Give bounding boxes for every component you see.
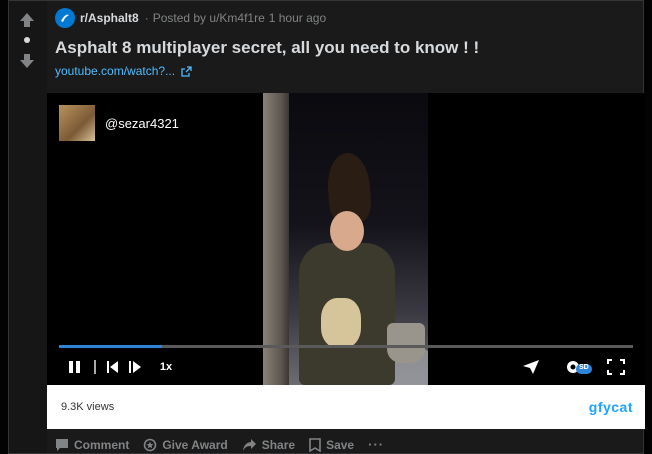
share-icon — [242, 438, 256, 451]
previous-button[interactable] — [105, 359, 121, 375]
next-button[interactable] — [127, 359, 143, 375]
subreddit-icon[interactable] — [55, 8, 75, 28]
vote-column — [9, 1, 47, 453]
quality-settings-button[interactable]: SD — [565, 359, 593, 375]
post-meta: r/Asphalt8 · Posted by u/Km4f1re 1 hour … — [55, 8, 326, 28]
more-options-button[interactable]: ··· — [368, 437, 384, 452]
meta-separator: · — [144, 11, 149, 25]
comment-label: Comment — [74, 437, 130, 452]
channel-avatar[interactable] — [59, 105, 95, 141]
playback-speed-button[interactable]: 1x — [155, 359, 177, 375]
channel-handle[interactable]: @sezar4321 — [105, 116, 179, 131]
link-text[interactable]: youtube.com/watch?... — [55, 64, 175, 78]
channel-info[interactable]: @sezar4321 — [59, 105, 179, 141]
post-time: 1 hour ago — [268, 11, 327, 25]
give-award-label: Give Award — [162, 437, 228, 452]
gfycat-logo[interactable]: gfycat — [589, 399, 633, 415]
post-title[interactable]: Asphalt 8 multiplayer secret, all you ne… — [55, 38, 479, 58]
video-pillar — [263, 93, 289, 385]
more-icon: ··· — [368, 437, 385, 452]
video-person-head — [330, 211, 364, 251]
previous-icon — [107, 361, 118, 373]
comment-icon — [56, 438, 68, 451]
give-award-button[interactable]: Give Award — [143, 437, 228, 452]
share-button[interactable]: Share — [242, 438, 295, 452]
save-button[interactable]: Save — [309, 438, 354, 452]
video-progress-fill — [59, 345, 163, 348]
upvote-icon[interactable] — [18, 11, 36, 29]
award-icon — [144, 438, 157, 451]
video-planter — [387, 323, 425, 363]
divider-line — [94, 360, 96, 374]
share-video-button[interactable] — [521, 359, 541, 375]
video-progress-bar[interactable] — [59, 345, 633, 348]
external-link-icon[interactable] — [181, 65, 192, 77]
fullscreen-icon — [607, 359, 625, 375]
vote-score-dot — [24, 37, 30, 43]
view-count: 9.3K views — [61, 401, 115, 413]
play-pause-icon — [69, 361, 80, 373]
play-pause-button[interactable] — [67, 359, 83, 375]
share-arrow-icon — [523, 360, 539, 374]
comment-button[interactable]: Comment — [55, 438, 129, 452]
posted-by[interactable]: Posted by u/Km4f1re — [153, 11, 265, 25]
fullscreen-button[interactable] — [607, 359, 625, 375]
downvote-icon[interactable] — [18, 52, 36, 70]
video-player[interactable]: @sezar4321 1x SD — [47, 93, 645, 385]
next-icon — [129, 361, 141, 373]
post-card: r/Asphalt8 · Posted by u/Km4f1re 1 hour … — [8, 0, 645, 454]
video-info-bar: 9.3K views gfycat — [47, 385, 645, 429]
save-icon — [309, 437, 321, 452]
video-frame — [263, 93, 428, 385]
post-link[interactable]: youtube.com/watch?... — [55, 64, 192, 78]
quality-label: SD — [579, 364, 589, 371]
control-divider — [93, 359, 97, 375]
video-towel — [321, 298, 361, 348]
save-label: Save — [326, 437, 355, 452]
post-actions: Comment Give Award Share Save ··· — [55, 437, 398, 452]
share-label: Share — [261, 437, 296, 452]
subreddit-link[interactable]: r/Asphalt8 — [80, 11, 139, 25]
